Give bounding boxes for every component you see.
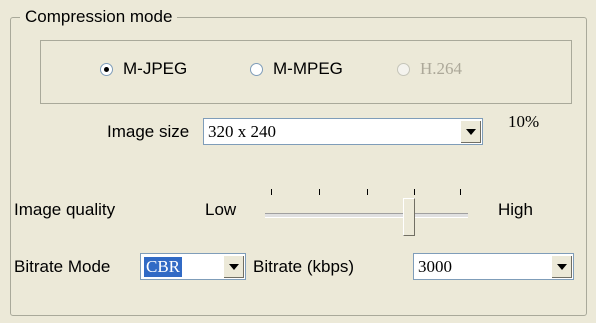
slider-tick [460,189,461,195]
bitrate-select[interactable]: 3000 [413,253,574,280]
bitrate-value: 3000 [418,257,452,276]
slider-tick [367,189,368,195]
image-size-percent: 10% [508,112,540,131]
chevron-down-icon [466,129,476,135]
radio-mmpeg-indicator[interactable] [250,62,263,76]
radio-mjpeg[interactable]: M-JPEG [100,59,187,79]
image-size-label: Image size [107,122,190,141]
bitrate-mode-dropdown-button[interactable] [223,255,244,278]
bitrate-dropdown-button[interactable] [551,255,572,278]
radio-mmpeg-label: M-MPEG [273,59,343,78]
image-quality-slider-track[interactable] [265,213,468,218]
radio-h264-indicator[interactable] [397,62,410,76]
compression-mode-title: Compression mode [20,7,178,27]
radio-mjpeg-label: M-JPEG [123,59,188,78]
image-quality-label: Image quality [14,200,116,219]
slider-tick [414,189,415,195]
image-quality-slider-thumb[interactable] [403,198,415,236]
quality-high-label: High [498,200,533,219]
image-size-value: 320 x 240 [208,122,276,141]
chevron-down-icon [557,264,567,270]
bitrate-label: Bitrate (kbps) [253,257,355,276]
bitrate-mode-value: CBR [144,257,183,277]
bitrate-mode-select[interactable]: CBR [140,253,246,280]
image-size-dropdown-button[interactable] [460,120,481,143]
radio-h264[interactable]: H.264 [397,59,462,79]
chevron-down-icon [229,264,239,270]
quality-low-label: Low [205,200,237,219]
image-size-select[interactable]: 320 x 240 [203,118,483,145]
radio-mmpeg[interactable]: M-MPEG [250,59,343,79]
bitrate-mode-label: Bitrate Mode [14,257,111,276]
slider-tick [319,189,320,195]
radio-h264-label: H.264 [420,59,463,78]
slider-tick [271,189,272,195]
radio-mjpeg-indicator[interactable] [100,62,113,76]
